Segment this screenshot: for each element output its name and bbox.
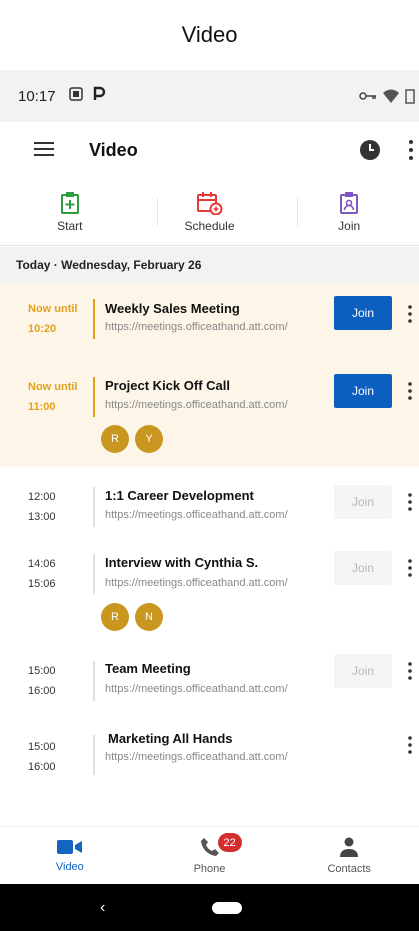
start-time: Now until	[28, 381, 78, 393]
avatar[interactable]: N	[135, 603, 163, 631]
start-time: 15:00	[28, 741, 56, 753]
meeting-title: Weekly Sales Meeting	[105, 301, 240, 316]
more-options-icon[interactable]	[406, 492, 414, 512]
time-divider	[93, 661, 95, 701]
start-button[interactable]: Start	[0, 178, 140, 245]
more-options-icon[interactable]	[406, 735, 414, 755]
meeting-title: Interview with Cynthia S.	[105, 555, 259, 570]
join-button[interactable]: Join	[334, 296, 392, 330]
meeting-title: Project Kick Off Call	[105, 378, 230, 393]
meeting-row[interactable]: Now until 10:20 Weekly Sales Meeting htt…	[0, 283, 419, 363]
battery-icon	[405, 89, 415, 104]
meeting-list: Now until 10:20 Weekly Sales Meeting htt…	[0, 283, 419, 797]
date-header: Today · Wednesday, February 26	[0, 247, 419, 283]
end-time: 16:00	[28, 685, 56, 697]
nav-phone[interactable]: 22 Phone	[140, 827, 280, 884]
join-button[interactable]: Join	[334, 551, 392, 585]
meeting-url[interactable]: https://meetings.officeathand.att.com/	[105, 321, 288, 333]
nav-video[interactable]: Video	[0, 827, 140, 884]
meeting-title: 1:1 Career Development	[105, 488, 254, 503]
meeting-url[interactable]: https://meetings.officeathand.att.com/	[105, 577, 288, 589]
home-pill-icon[interactable]	[212, 902, 242, 914]
meeting-url[interactable]: https://meetings.officeathand.att.com/	[105, 509, 288, 521]
status-bar: 10:17	[0, 70, 419, 122]
meeting-row[interactable]: Now until 11:00 Project Kick Off Call ht…	[0, 363, 419, 467]
more-options-icon[interactable]	[406, 661, 414, 681]
bottom-navigation: Video 22 Phone Contacts	[0, 826, 419, 884]
nav-contacts[interactable]: Contacts	[279, 827, 419, 884]
end-time: 10:20	[28, 323, 57, 335]
join-button[interactable]: Join	[334, 654, 392, 688]
participants: R N	[101, 603, 163, 631]
time-divider	[93, 299, 95, 339]
wifi-icon	[383, 89, 399, 103]
more-options-icon[interactable]	[407, 138, 415, 162]
meeting-actions: Start Schedule Join	[0, 178, 419, 246]
meeting-time: Now until 11:00	[28, 377, 78, 417]
start-clipboard-icon	[60, 191, 79, 214]
status-icons	[359, 88, 415, 104]
end-time: 15:06	[28, 578, 56, 590]
time-divider	[93, 377, 95, 417]
vpn-key-icon	[359, 92, 376, 100]
meeting-row[interactable]: 14:06 15:06 Interview with Cynthia S. ht…	[0, 549, 419, 661]
join-button[interactable]: Join	[334, 374, 392, 408]
start-time: 14:06	[28, 558, 56, 570]
join-button[interactable]: Join	[334, 485, 392, 519]
more-options-icon[interactable]	[406, 558, 414, 578]
start-time: 12:00	[28, 491, 56, 503]
app-bar: Video	[0, 122, 419, 178]
meeting-time: 15:00 16:00	[28, 737, 56, 777]
time-divider	[93, 735, 95, 775]
menu-icon[interactable]	[34, 142, 54, 156]
person-icon	[340, 837, 359, 857]
end-time: 11:00	[28, 401, 56, 413]
meeting-url[interactable]: https://meetings.officeathand.att.com/	[105, 399, 288, 411]
parking-icon	[92, 86, 106, 106]
meeting-time: 12:00 13:00	[28, 487, 56, 527]
nav-label: Video	[55, 860, 84, 873]
nav-label: Phone	[193, 862, 226, 875]
meeting-time: 15:00 16:00	[28, 661, 56, 701]
meeting-row[interactable]: 12:00 13:00 1:1 Career Development https…	[0, 467, 419, 549]
screenshot-icon	[68, 86, 84, 106]
status-time: 10:17	[18, 87, 56, 105]
start-time: Now until	[28, 303, 78, 315]
participants: R Y	[101, 425, 163, 453]
avatar[interactable]: Y	[135, 425, 163, 453]
meeting-url[interactable]: https://meetings.officeathand.att.com/	[105, 683, 288, 695]
schedule-label: Schedule	[184, 218, 235, 233]
schedule-button[interactable]: Schedule	[140, 178, 280, 245]
end-time: 13:00	[28, 511, 56, 523]
system-navigation: ‹	[0, 884, 419, 931]
join-clipboard-icon	[340, 191, 359, 214]
start-time: 15:00	[28, 665, 56, 677]
avatar[interactable]: R	[101, 425, 129, 453]
meeting-time: Now until 10:20	[28, 299, 78, 339]
page-title: Video	[89, 140, 138, 160]
meeting-url[interactable]: https://meetings.officeathand.att.com/	[105, 751, 288, 763]
history-clock-icon[interactable]	[359, 139, 381, 161]
video-icon	[56, 839, 82, 854]
join-action-button[interactable]: Join	[279, 178, 419, 245]
meeting-row[interactable]: 15:00 16:00 Marketing All Hands https://…	[0, 731, 419, 797]
missed-call-badge: 22	[217, 833, 242, 852]
avatar[interactable]: R	[101, 603, 129, 631]
join-label: Join	[338, 218, 361, 233]
more-options-icon[interactable]	[406, 381, 414, 401]
end-time: 16:00	[28, 761, 56, 773]
meeting-title: Team Meeting	[105, 661, 191, 676]
meeting-title: Marketing All Hands	[108, 731, 233, 746]
phone-icon	[200, 837, 219, 856]
meeting-time: 14:06 15:06	[28, 554, 56, 594]
more-options-icon[interactable]	[406, 304, 414, 324]
time-divider	[93, 487, 95, 527]
page-caption: Video	[0, 0, 419, 70]
nav-label: Contacts	[327, 862, 371, 875]
start-label: Start	[57, 218, 83, 233]
back-icon[interactable]: ‹	[100, 899, 105, 917]
meeting-row[interactable]: 15:00 16:00 Team Meeting https://meeting…	[0, 654, 419, 737]
calendar-add-icon	[196, 191, 222, 215]
time-divider	[93, 554, 95, 594]
